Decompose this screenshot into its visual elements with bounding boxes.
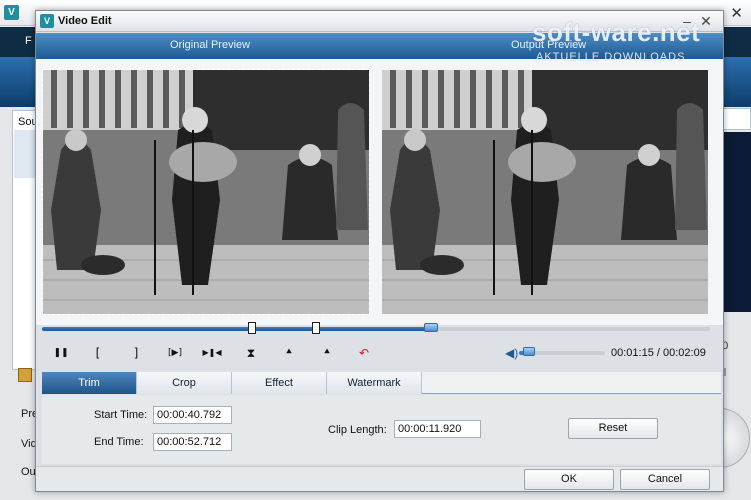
trim-start-marker[interactable] [248, 322, 257, 334]
tab-crop[interactable]: Crop [137, 372, 232, 394]
step-button[interactable]: ▶❚◀ [199, 344, 225, 362]
end-time-input[interactable] [153, 433, 232, 451]
time-display: 00:01:15 / 00:02:09 [611, 347, 706, 359]
cancel-button[interactable]: Cancel [620, 469, 710, 490]
preview-area [36, 59, 723, 325]
current-time: 00:01:15 [611, 347, 654, 359]
clip-length-input[interactable] [394, 420, 481, 438]
clip-length-label: Clip Length: [328, 424, 387, 436]
play-segment-button[interactable]: [▶] [162, 344, 188, 362]
tab-watermark[interactable]: Watermark [327, 372, 422, 394]
pause-button[interactable]: ❚❚ [51, 344, 71, 362]
tab-effect[interactable]: Effect [232, 372, 327, 394]
output-video-frame [382, 70, 708, 314]
undo-icon[interactable]: ↶ [354, 344, 374, 362]
mark-in-button[interactable]: [ [88, 344, 108, 362]
output-video-image [382, 70, 708, 314]
playback-controls: ❚❚ [ ] [▶] ▶❚◀ ⧗ ⯅ ⯅ ↶ ◀) 00:01:15 / 00:… [36, 341, 723, 365]
trim-icon[interactable]: ⧗ [241, 344, 261, 362]
start-time-input[interactable] [153, 406, 232, 424]
rotate-right-icon[interactable]: ⯅ [317, 344, 337, 362]
video-edit-dialog: V Video Edit – ✕ Original Preview Output… [35, 10, 724, 492]
time-separator: / [653, 347, 663, 359]
total-time: 00:02:09 [663, 347, 706, 359]
background-close-icon[interactable]: ✕ [730, 4, 743, 22]
dialog-app-logo: V [40, 14, 54, 28]
timeline-playhead[interactable] [424, 323, 439, 332]
original-video-frame[interactable] [42, 69, 370, 315]
watermark-text: soft-ware.net [532, 17, 701, 47]
tab-trim[interactable]: Trim [42, 372, 137, 394]
mark-out-button[interactable]: ] [126, 344, 146, 362]
close-icon[interactable]: ✕ [698, 12, 714, 30]
edit-tabs: Trim Crop Effect Watermark [42, 372, 721, 394]
volume-icon[interactable]: ◀) [505, 346, 518, 360]
ok-button[interactable]: OK [524, 469, 614, 490]
original-preview-label: Original Preview [170, 39, 251, 51]
background-menu-file[interactable]: F [25, 35, 32, 47]
background-label-output: Ou [21, 466, 36, 478]
original-video-image [43, 70, 369, 314]
dialog-footer: OK Cancel [36, 466, 723, 491]
background-app-logo: V [4, 5, 19, 20]
volume-knob[interactable] [523, 347, 536, 356]
end-time-label: End Time: [94, 436, 144, 448]
background-source-selection [14, 130, 36, 178]
rotate-left-icon[interactable]: ⯅ [279, 344, 299, 362]
reset-button[interactable]: Reset [568, 418, 658, 439]
timeline-progress [42, 327, 432, 331]
trim-end-marker[interactable] [311, 322, 320, 334]
trim-panel: Start Time: End Time: Clip Length: Reset [42, 395, 721, 464]
background-folder-icon[interactable] [18, 368, 32, 382]
start-time-label: Start Time: [94, 409, 148, 421]
timeline-track[interactable] [42, 327, 710, 331]
watermark-subtext: AKTUELLE DOWNLOADS [536, 51, 686, 63]
dialog-title: Video Edit [58, 15, 112, 27]
